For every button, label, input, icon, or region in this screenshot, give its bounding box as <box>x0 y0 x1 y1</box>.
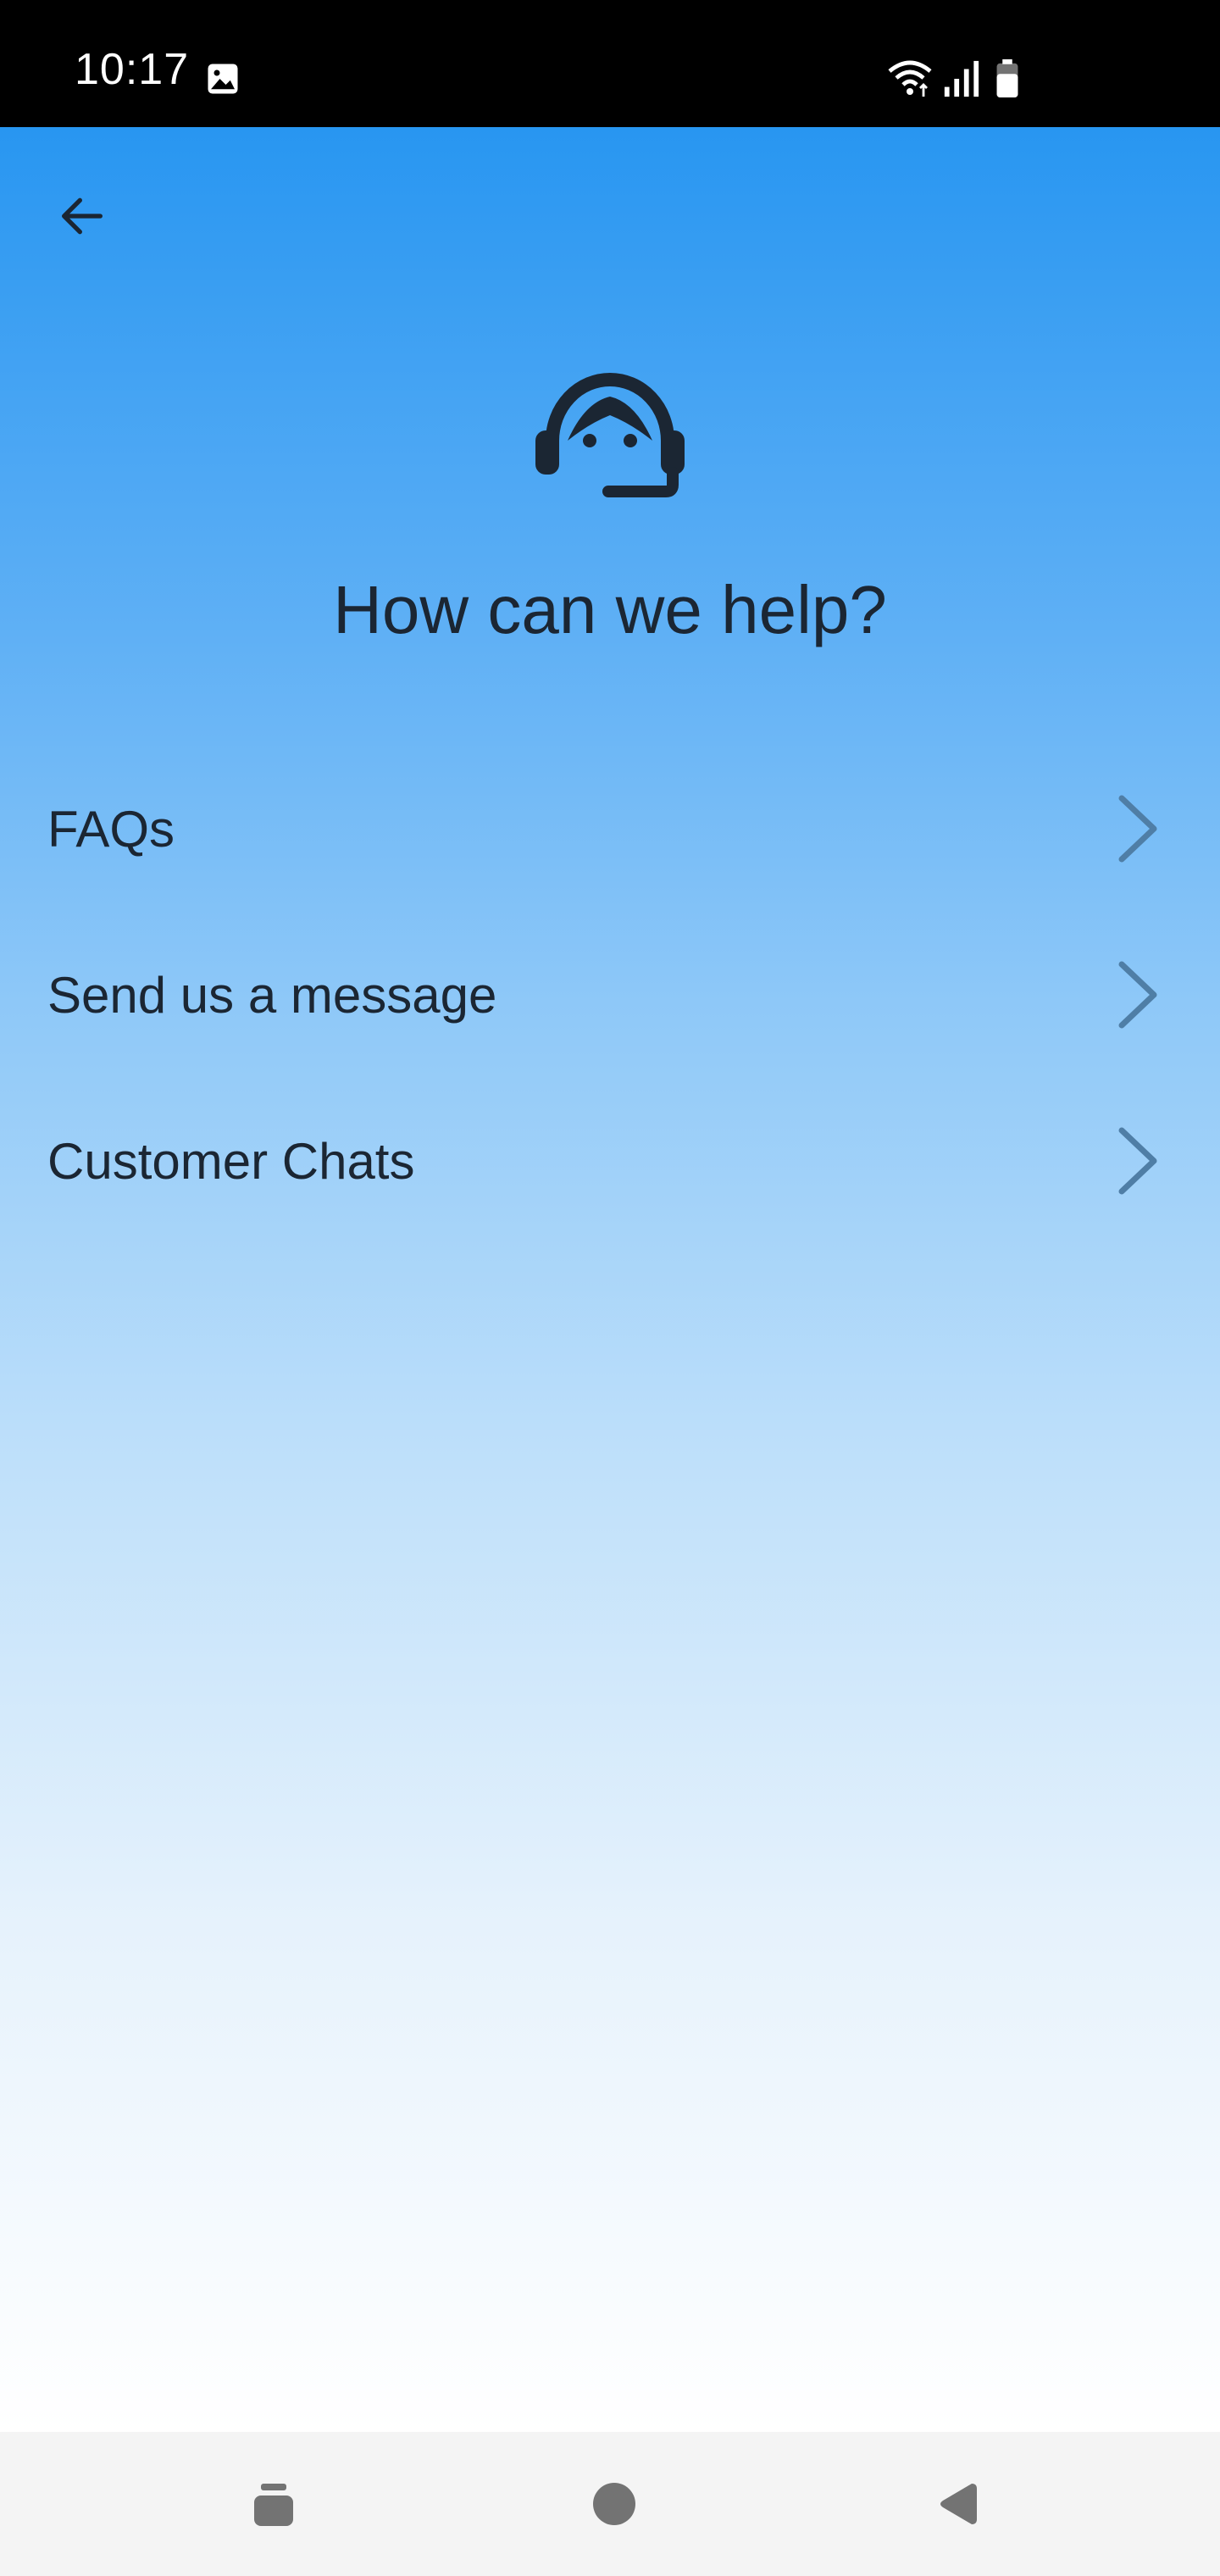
wifi-icon <box>888 60 932 97</box>
menu-item-faqs[interactable]: FAQs <box>0 746 1220 912</box>
menu-item-send-message[interactable]: Send us a message <box>0 912 1220 1078</box>
chevron-right-icon <box>1118 961 1157 1029</box>
menu-item-label: FAQs <box>47 801 175 858</box>
system-nav-bar <box>0 2432 1220 2576</box>
status-bar: 10:17 <box>0 0 1220 127</box>
menu-item-label: Customer Chats <box>47 1133 415 1190</box>
system-back-button[interactable] <box>910 2457 1003 2551</box>
support-agent-icon <box>535 373 685 497</box>
status-time: 10:17 <box>75 45 190 94</box>
chevron-right-icon <box>1118 1127 1157 1195</box>
home-button[interactable] <box>568 2457 661 2551</box>
home-icon <box>593 2483 635 2525</box>
help-menu-list: FAQs Send us a message Customer Chats <box>0 746 1220 1244</box>
recent-apps-button[interactable] <box>227 2457 320 2551</box>
page-title: How can we help? <box>333 572 887 647</box>
back-icon <box>940 2484 977 2524</box>
help-screen: How can we help? FAQs Send us a message … <box>0 127 1220 2432</box>
signal-icon <box>944 60 979 97</box>
recent-apps-icon <box>254 2484 293 2526</box>
back-button[interactable] <box>44 178 120 254</box>
chevron-right-icon <box>1118 795 1157 863</box>
menu-item-label: Send us a message <box>47 967 497 1024</box>
menu-item-customer-chats[interactable]: Customer Chats <box>0 1078 1220 1244</box>
battery-icon <box>996 59 1018 98</box>
arrow-left-icon <box>62 197 103 235</box>
gallery-icon <box>208 64 238 94</box>
